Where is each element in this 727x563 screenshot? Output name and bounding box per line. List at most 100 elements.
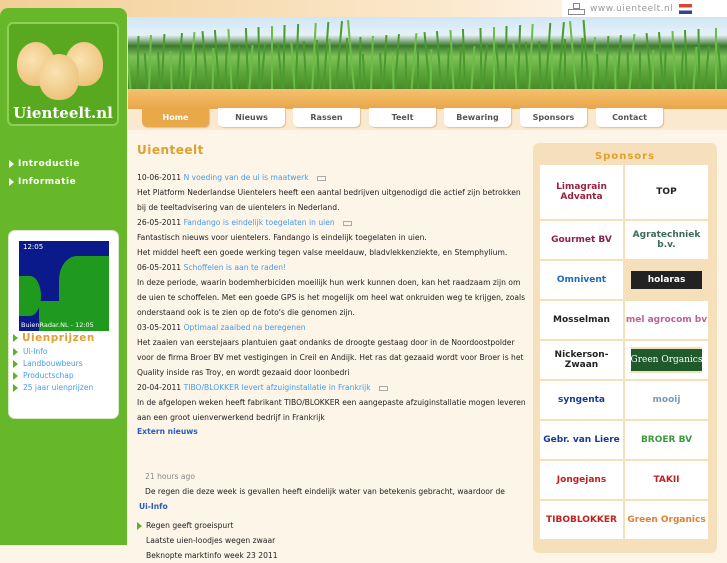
grass-blade: [596, 54, 600, 89]
sponsor-logo[interactable]: TOP: [625, 165, 708, 219]
news-body: Fantastisch nieuws voor uientelers. Fand…: [137, 230, 529, 245]
sponsor-logo[interactable]: TIBOBLOKKER: [540, 501, 623, 539]
ui-info-item[interactable]: Laatste uien-loodjes wegen zwaar: [137, 533, 529, 548]
tab-teelt[interactable]: Teelt: [369, 108, 436, 127]
email-forward-icon[interactable]: [317, 176, 326, 181]
tab-rassen[interactable]: Rassen: [293, 108, 360, 127]
site-logo[interactable]: Uienteelt.nl: [7, 22, 119, 126]
page-title: Uienteelt: [137, 143, 529, 158]
email-forward-icon[interactable]: [379, 386, 388, 391]
grass-blade: [569, 21, 577, 89]
menu-informatie[interactable]: Informatie: [9, 177, 76, 187]
sponsor-logo[interactable]: Gebr. van Liere: [540, 421, 623, 459]
grass-blade: [449, 30, 454, 89]
sponsor-logo[interactable]: mooij: [625, 381, 708, 419]
grass-blade: [470, 46, 475, 89]
grass-blade: [361, 54, 365, 89]
site-url[interactable]: www.uienteelt.nl: [590, 4, 673, 14]
tab-nieuws[interactable]: Nieuws: [218, 108, 285, 127]
menu-introductie[interactable]: Introductie: [9, 159, 80, 169]
grass-blade: [294, 24, 298, 89]
grass-blade: [538, 41, 542, 89]
price-link-label: Ui-Info: [23, 347, 47, 356]
grass-blade: [224, 47, 227, 89]
tab-contact[interactable]: Contact: [596, 108, 663, 127]
grass-blade: [436, 31, 442, 89]
news-item: 10-06-2011 N voeding van de ui is maatwe…: [137, 170, 529, 185]
grass-blade: [582, 20, 589, 89]
extern-nieuws-heading[interactable]: Extern nieuws: [137, 424, 529, 439]
news-title-link[interactable]: N voeding van de ui is maatwerk: [184, 173, 309, 182]
grass-blade: [303, 41, 308, 89]
sitemap-icon[interactable]: [568, 3, 584, 14]
sponsor-logo[interactable]: Agratechniek b.v.: [625, 221, 708, 259]
ui-info-item[interactable]: Regen geeft groeispurt: [137, 518, 529, 533]
grass-blade: [394, 34, 400, 89]
grass-blade: [201, 31, 208, 89]
news-date: 03-05-2011: [137, 323, 181, 332]
price-link[interactable]: Landbouwbeurs: [13, 359, 83, 368]
tab-sponsors[interactable]: Sponsors: [520, 108, 587, 127]
grass-blade: [505, 26, 508, 89]
grass-blade: [316, 40, 320, 89]
grass-blade: [717, 45, 723, 89]
sponsors-title: Sponsors: [533, 151, 717, 162]
grass-blade: [160, 34, 165, 89]
price-link[interactable]: Productschap: [13, 371, 74, 380]
news-body: Het Platform Nederlandse Uientelers heef…: [137, 185, 529, 215]
grass-blade: [195, 49, 197, 89]
grass-blade: [495, 44, 501, 89]
radar-caption: BuienRadar.NL - 12:05: [21, 321, 94, 329]
grass-blade: [528, 24, 533, 89]
email-forward-icon[interactable]: [343, 221, 352, 226]
grass-blade: [704, 46, 710, 89]
price-link[interactable]: 25 jaar uienprijzen: [13, 383, 93, 392]
tab-home[interactable]: Home: [142, 108, 209, 127]
grass-blade: [639, 51, 641, 89]
sponsor-logo[interactable]: Limagrain Advanta: [540, 165, 623, 219]
sponsor-logo[interactable]: Green Organics: [625, 501, 708, 539]
sponsor-logo[interactable]: Gourmet BV: [540, 221, 623, 259]
news-title-link[interactable]: TIBO/BLOKKER levert afzuiginstallatie in…: [184, 383, 371, 392]
sponsor-logo[interactable]: Green Organics: [625, 341, 708, 379]
sponsor-logo[interactable]: Omnivent: [540, 261, 623, 299]
grass-blade: [136, 36, 139, 89]
news-date: 26-05-2011: [137, 218, 181, 227]
grass-blade: [429, 49, 432, 89]
grass-blade: [564, 39, 566, 89]
ui-info-item[interactable]: Beknopte marktinfo week 23 2011: [137, 548, 529, 563]
price-link[interactable]: Ui-Info: [13, 347, 47, 356]
ui-info-heading[interactable]: Ui-Info: [139, 499, 529, 514]
grass-blade: [697, 29, 700, 89]
grass-blade: [516, 25, 520, 89]
news-title-link[interactable]: Optimaal zaaibed na beregenen: [184, 323, 306, 332]
news-date: 10-06-2011: [137, 173, 181, 182]
arrow-icon: [13, 384, 18, 392]
grass-blade: [370, 36, 374, 89]
dutch-flag-icon[interactable]: [679, 4, 692, 14]
grass-blade: [482, 45, 488, 89]
radar-time: 12:05: [23, 243, 43, 251]
grass-blade: [446, 48, 449, 89]
sponsor-logo[interactable]: Jongejans: [540, 461, 623, 499]
tab-bewaring[interactable]: Bewaring: [444, 108, 511, 127]
uienprijzen-heading: Uienprijzen: [13, 332, 95, 344]
sponsor-logo[interactable]: Nickerson-Zwaan: [540, 341, 623, 379]
sponsor-logo[interactable]: holaras: [625, 261, 708, 299]
arrow-icon: [9, 178, 14, 186]
sponsor-logo[interactable]: Mosselman: [540, 301, 623, 339]
news-body: Het middel heeft een goede werking tegen…: [137, 245, 529, 260]
news-title-link[interactable]: Schoffelen is aan te raden!: [184, 263, 287, 272]
grass-blade: [628, 34, 635, 89]
rain-radar-map[interactable]: 12:05 BuienRadar.NL - 12:05: [19, 241, 109, 331]
sponsor-logo[interactable]: syngenta: [540, 381, 623, 419]
grass-blade: [358, 37, 361, 89]
news-title-link[interactable]: Fandango is eindelijk toegelaten in uien: [184, 218, 335, 227]
sponsor-logo[interactable]: TAKII: [625, 461, 708, 499]
grass-blade: [663, 49, 666, 89]
grass-blade: [616, 35, 622, 89]
sponsor-logo[interactable]: BROER BV: [625, 421, 708, 459]
sponsor-logo[interactable]: mel agrocom bv: [625, 301, 708, 339]
grass-blade: [684, 30, 688, 89]
news-item: 06-05-2011 Schoffelen is aan te raden!: [137, 260, 529, 275]
